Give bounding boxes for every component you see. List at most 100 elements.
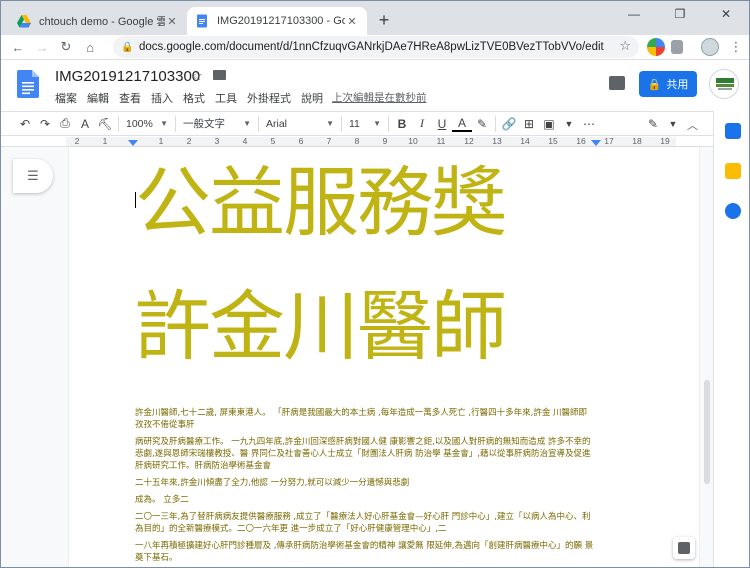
docs-header: IMG20191217103300 ☆ 檔案 編輯 查看 插入 格式 工具 外掛… — [1, 59, 749, 111]
ruler-number: 6 — [298, 136, 304, 146]
font-size-select[interactable]: 11 ▼ — [345, 114, 385, 134]
ruler-number: 15 — [548, 136, 558, 146]
ruler-number: 16 — [576, 136, 586, 146]
font-select[interactable]: Arial ▼ — [262, 114, 338, 134]
document-canvas: ☰ 公益服務獎 許金川醫師 許金川醫師,七十二歲, 屏東東港人。 「肝病是我國最… — [1, 147, 713, 567]
calendar-icon[interactable] — [725, 123, 741, 139]
ruler-number: 9 — [382, 136, 388, 146]
paint-format-icon[interactable]: ⛏ — [95, 114, 115, 134]
side-panel — [713, 111, 749, 567]
insert-image-icon[interactable]: ▣ — [539, 114, 559, 134]
paragraph: 二〇一三年,為了替肝病病友提供醫療服務 ,成立了「醫療法人好心肝基金會—好心肝 … — [135, 512, 591, 534]
back-arrow-icon[interactable]: ← — [9, 38, 27, 56]
keep-icon[interactable] — [725, 163, 741, 179]
forward-arrow-icon[interactable]: → — [33, 38, 51, 56]
toolbar-divider — [495, 115, 496, 132]
ruler-number: 2 — [186, 136, 192, 146]
google-docs-icon — [197, 14, 207, 28]
zoom-value: 100% — [126, 117, 153, 130]
close-tab-icon[interactable]: ✕ — [345, 15, 359, 28]
last-edit-link[interactable]: 上次編輯是在數秒前 — [332, 90, 427, 105]
toolbar-divider — [258, 115, 259, 132]
url-field[interactable]: 🔒 docs.google.com/document/d/1nnCfzuqvGA… — [113, 36, 639, 58]
ruler-number: 11 — [436, 136, 446, 146]
collapse-menus-icon[interactable]: ︿ — [687, 117, 698, 133]
menu-format[interactable]: 格式 — [183, 90, 205, 106]
menu-edit[interactable]: 編輯 — [87, 90, 109, 106]
tab-strip: chtouch demo - Google 雲端硬 ✕ IMG201912171… — [1, 1, 749, 35]
font-size-value: 11 — [349, 117, 360, 130]
paragraph: 病研究及肝病醫療工作。 一九九四年底,許金川回深感肝病對國人健 康影響之鉅,以及… — [135, 437, 591, 471]
vertical-scrollbar[interactable] — [701, 147, 713, 567]
minimize-button[interactable]: — — [611, 1, 657, 27]
menu-insert[interactable]: 插入 — [151, 90, 173, 106]
style-value: 一般文字 — [183, 118, 225, 130]
menu-addons[interactable]: 外掛程式 — [247, 90, 291, 106]
document-outline-icon[interactable]: ☰ — [13, 159, 53, 193]
editing-mode-icon[interactable]: ✎ — [643, 114, 663, 134]
share-button[interactable]: 🔒 共用 — [639, 71, 697, 97]
comment-icon[interactable] — [609, 76, 625, 90]
redo-icon[interactable]: ↷ — [35, 114, 55, 134]
menu-bar: 檔案 編輯 查看 插入 格式 工具 外掛程式 說明 — [55, 90, 323, 106]
new-tab-button[interactable]: + — [373, 10, 395, 32]
tab-drive[interactable]: chtouch demo - Google 雲端硬 ✕ — [9, 7, 187, 35]
menu-help[interactable]: 說明 — [301, 90, 323, 106]
paragraph: 一八年再積極擴建好心肝門診種層及 ,傳承肝病防治學術基金會的精神 讓愛無 限延伸… — [135, 541, 594, 563]
ruler-number: 4 — [242, 136, 248, 146]
spellcheck-icon[interactable]: A — [75, 114, 95, 134]
link-icon[interactable]: 🔗 — [499, 114, 519, 134]
docs-logo-icon — [17, 70, 39, 98]
close-tab-icon[interactable]: ✕ — [165, 15, 179, 28]
menu-view[interactable]: 查看 — [119, 90, 141, 106]
star-icon[interactable]: ☆ — [191, 68, 203, 84]
extension-icon[interactable] — [647, 38, 665, 56]
menu-file[interactable]: 檔案 — [55, 90, 77, 106]
maximize-button[interactable]: ❐ — [657, 1, 703, 27]
document-title[interactable]: IMG20191217103300 — [55, 68, 200, 85]
text-color-icon[interactable]: A — [452, 116, 472, 132]
toolbar-divider — [118, 115, 119, 132]
scrollbar-thumb[interactable] — [704, 380, 710, 484]
ruler-number: 13 — [492, 136, 502, 146]
tab-docs[interactable]: IMG20191217103300 - Google ✕ — [187, 7, 367, 35]
style-select[interactable]: 一般文字 ▼ — [179, 114, 255, 134]
underline-icon[interactable]: U — [432, 114, 452, 134]
more-toolbar-icon[interactable]: ⋯ — [579, 114, 599, 134]
reload-icon[interactable]: ↻ — [57, 38, 75, 56]
formatting-toolbar: ↶ ↷ ⎙ A ⛏ 100% ▼ 一般文字 ▼ Arial ▼ 11 ▼ B I U A… — [1, 111, 713, 135]
lock-icon: 🔒 — [647, 78, 662, 91]
explore-button[interactable] — [673, 537, 695, 559]
ruler-number: 3 — [214, 136, 220, 146]
insert-comment-icon[interactable]: ⊞ — [519, 114, 539, 134]
explore-icon — [678, 542, 690, 554]
home-icon[interactable]: ⌂ — [81, 38, 99, 56]
more-menu-icon[interactable]: ⋮ — [727, 38, 745, 56]
font-value: Arial — [266, 117, 288, 130]
italic-icon[interactable]: I — [412, 114, 432, 134]
close-window-button[interactable]: ✕ — [703, 1, 749, 27]
profile-avatar-icon[interactable] — [701, 38, 719, 56]
zoom-select[interactable]: 100% ▼ — [122, 114, 172, 134]
bookmark-star-icon[interactable]: ☆ — [619, 38, 631, 54]
account-avatar[interactable] — [709, 69, 739, 99]
move-folder-icon[interactable] — [213, 70, 226, 80]
undo-icon[interactable]: ↶ — [15, 114, 35, 134]
print-icon[interactable]: ⎙ — [55, 114, 75, 134]
document-page[interactable]: 公益服務獎 許金川醫師 許金川醫師,七十二歲, 屏東東港人。 「肝病是我國最大的… — [69, 147, 699, 567]
ruler-number: 1 — [102, 136, 108, 146]
highlight-icon[interactable]: ✎ — [472, 114, 492, 134]
paragraph: 許金川醫師,七十二歲, 屏東東港人。 「肝病是我國最大的本土病 ,每年造成一萬多… — [135, 408, 588, 430]
bold-icon[interactable]: B — [392, 114, 412, 134]
heading-line-2: 許金川醫師 — [135, 282, 507, 371]
browser-window: chtouch demo - Google 雲端硬 ✕ IMG201912171… — [0, 0, 750, 568]
chevron-down-icon[interactable]: ▼ — [663, 114, 683, 134]
right-indent-marker[interactable] — [591, 140, 601, 146]
ruler-number: 2 — [74, 136, 80, 146]
tasks-icon[interactable] — [725, 203, 741, 219]
left-indent-marker[interactable] — [128, 140, 138, 146]
download-icon[interactable] — [671, 40, 683, 54]
chevron-down-icon[interactable]: ▼ — [559, 114, 579, 134]
body-text: 許金川醫師,七十二歲, 屏東東港人。 「肝病是我國最大的本土病 ,每年造成一萬多… — [135, 407, 595, 567]
menu-tools[interactable]: 工具 — [215, 90, 237, 106]
